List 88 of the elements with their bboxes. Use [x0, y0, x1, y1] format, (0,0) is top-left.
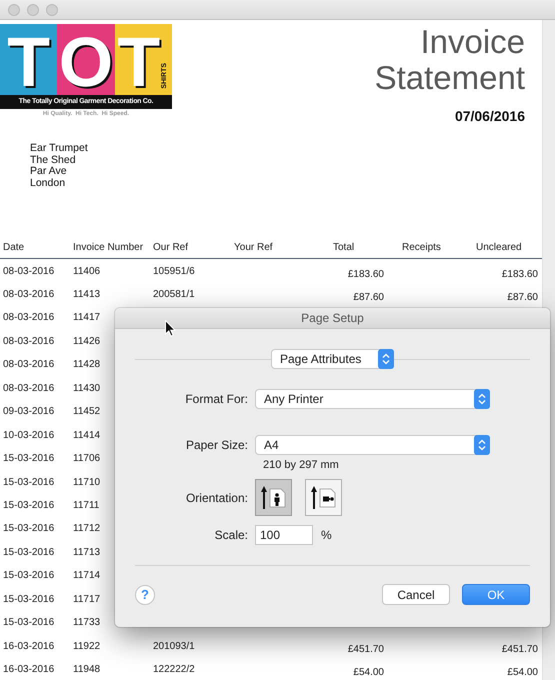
table-cell-text: 15-03-2016 [2, 476, 54, 488]
table-cell-text: £451.70 [500, 642, 538, 655]
table-cell-text: 11413 [72, 289, 100, 300]
column-header: Your Ref [233, 242, 273, 254]
table-cell-text: £87.60 [352, 291, 384, 304]
table-cell-text: 11711 [72, 500, 100, 511]
logo-letter: T [117, 29, 160, 95]
column-header: Invoice Number [72, 242, 144, 254]
table-cell-text: 15-03-2016 [2, 594, 54, 605]
table-cell-text: 16-03-2016 [2, 640, 54, 652]
column-header: Receipts [401, 242, 441, 254]
document-title: Statement [374, 59, 526, 96]
table-cell-text: 200581/1 [152, 289, 195, 300]
table-cell-text: 15-03-2016 [2, 617, 54, 628]
column-header: Our Ref [152, 242, 188, 254]
orientation-button[interactable] [305, 479, 342, 516]
field-label: Format For: [184, 392, 248, 406]
address-line: Par Ave [30, 166, 67, 178]
table-cell-text: 10-03-2016 [2, 430, 54, 441]
table-cell-text: 11417 [72, 312, 100, 324]
table-cell-text: 11706 [72, 453, 100, 464]
address-line: Ear Trumpet [30, 143, 88, 155]
paper-dimensions: 210 by 297 mm [262, 459, 340, 471]
printer-popup[interactable]: Any Printer [255, 389, 490, 409]
field-label: Scale: [214, 528, 248, 542]
table-cell-text: £183.60 [500, 268, 538, 280]
table-cell-text: 11710 [72, 476, 100, 488]
address-line: The Shed [30, 154, 76, 166]
document-title: Invoice [420, 23, 526, 60]
unit-label: % [321, 528, 332, 542]
table-cell-text: 08-03-2016 [2, 312, 54, 324]
statement-date: 07/06/2016 [454, 108, 526, 124]
table-cell-text: 16-03-2016 [2, 664, 54, 676]
cancel-button[interactable]: Cancel [382, 584, 450, 605]
column-header: Total [332, 242, 354, 254]
table-cell-text: £183.60 [346, 268, 384, 280]
table-cell-text: £54.00 [506, 666, 538, 678]
table-cell-text: £87.60 [506, 291, 538, 304]
table-cell-text: 11712 [72, 523, 100, 534]
table-cell-text: 105951/6 [152, 266, 195, 277]
portrait-orientation-icon [260, 484, 286, 510]
table-cell-text: 11713 [72, 546, 100, 558]
table-cell-text: 11426 [72, 336, 100, 347]
section-popup[interactable]: Page Attributes [271, 349, 394, 369]
column-header: Uncleared [475, 242, 522, 254]
field-label: Paper Size: [184, 438, 248, 452]
table-cell-text: 11922 [72, 640, 100, 652]
orientation-button[interactable] [255, 479, 292, 516]
table-cell-text: 11948 [72, 664, 100, 676]
dialog-title: Page Setup [115, 308, 550, 329]
field-label: Orientation: [184, 491, 248, 505]
table-cell-text: £54.00 [352, 666, 384, 678]
table-cell-text: 08-03-2016 [2, 289, 54, 300]
table-cell-text: 11717 [72, 594, 100, 605]
table-cell-text: 15-03-2016 [2, 500, 54, 511]
table-cell-text: 11414 [72, 430, 100, 441]
minimize-button[interactable] [27, 4, 39, 16]
table-cell-text: 122222/2 [152, 664, 195, 676]
logo-letter: O [58, 29, 114, 95]
table-cell-text: 08-03-2016 [2, 382, 54, 394]
logo-letter: T [7, 29, 50, 95]
table-cell-text: 11428 [72, 359, 100, 370]
table-cell-text: 11733 [72, 617, 100, 628]
address-line: London [30, 178, 66, 190]
stepper-icon [474, 389, 490, 409]
table-cell-text: 08-03-2016 [2, 336, 54, 347]
table-cell-text: 11430 [72, 382, 100, 394]
column-header: Date [2, 242, 24, 254]
table-cell-text: 15-03-2016 [2, 453, 54, 464]
landscape-orientation-icon [310, 484, 336, 510]
table-cell-text: 08-03-2016 [2, 359, 54, 370]
paper-size-popup[interactable]: A4 [255, 435, 490, 455]
table-cell-text: £451.70 [346, 642, 384, 655]
table-cell-text: 15-03-2016 [2, 523, 54, 534]
table-cell-text: 201093/1 [152, 640, 195, 652]
table-cell-text: 11714 [72, 570, 100, 582]
close-button[interactable] [8, 4, 20, 16]
table-cell-text: 11406 [72, 266, 100, 277]
table-cell-text: 11452 [72, 406, 100, 418]
table-cell-text: 15-03-2016 [2, 570, 54, 582]
table-cell-text: 15-03-2016 [2, 546, 54, 558]
stepper-icon [378, 349, 394, 369]
scale-field[interactable]: 100 [255, 525, 313, 545]
table-cell-text: 08-03-2016 [2, 266, 54, 277]
table-cell-text: 09-03-2016 [2, 406, 54, 418]
stepper-icon [474, 435, 490, 455]
zoom-button[interactable] [46, 4, 58, 16]
cursor-icon [165, 320, 176, 337]
